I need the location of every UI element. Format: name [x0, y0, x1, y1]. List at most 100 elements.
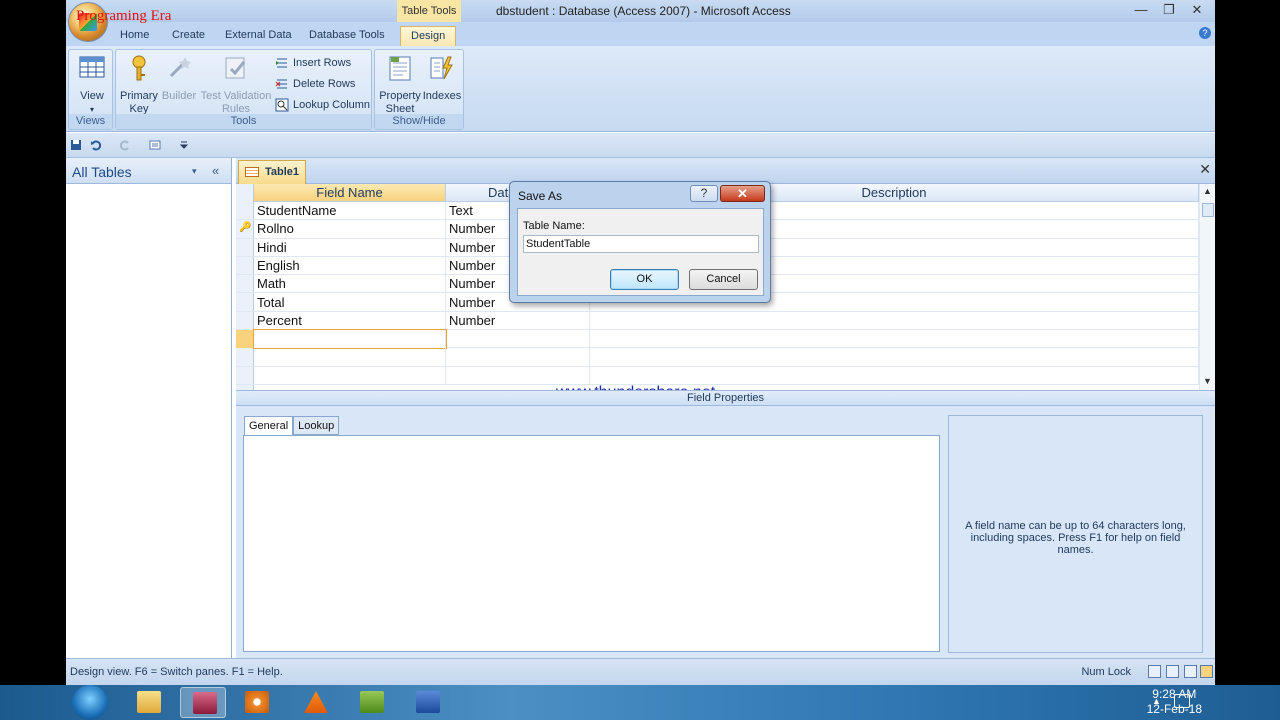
taskbar-recorder[interactable] — [348, 687, 394, 718]
tab-table1[interactable]: Table1 — [238, 160, 306, 184]
view-mode-icon[interactable] — [149, 139, 165, 151]
row-selector[interactable] — [236, 257, 254, 275]
tab-table1-label: Table1 — [265, 166, 300, 178]
close-document-icon[interactable]: ✕ — [1199, 161, 1211, 178]
redo-icon[interactable] — [119, 139, 131, 151]
collapse-pane-icon[interactable]: « — [212, 163, 219, 178]
maximize-button[interactable]: ❐ — [1155, 0, 1183, 20]
row-selector[interactable] — [236, 275, 254, 293]
builder-button[interactable]: Builder — [160, 54, 198, 103]
minimize-button[interactable]: — — [1127, 0, 1155, 20]
taskbar-word[interactable] — [404, 687, 450, 718]
field-name-cell[interactable]: Hindi — [254, 238, 446, 257]
field-name-cell[interactable] — [254, 366, 446, 385]
description-cell[interactable] — [590, 311, 1199, 330]
row-selector[interactable]: 🔑 — [236, 220, 254, 238]
design-view-icon[interactable] — [1200, 665, 1213, 678]
ok-button[interactable]: OK — [610, 269, 679, 290]
insert-rows-icon — [276, 58, 287, 68]
property-sheet-button[interactable]: Property Sheet — [378, 54, 422, 116]
ribbon-tabs: Home Create External Data Database Tools… — [66, 22, 1215, 46]
primary-key-button[interactable]: Primary Key — [120, 54, 158, 116]
indexes-button[interactable]: Indexes — [422, 54, 462, 103]
customize-toolbar-icon[interactable] — [178, 139, 190, 151]
tab-general[interactable]: General — [244, 416, 294, 436]
field-name-cell[interactable]: Math — [254, 275, 446, 294]
field-name-cell[interactable] — [253, 329, 447, 350]
test-validation-rules-button[interactable]: Test Validation Rules — [200, 54, 272, 116]
row-selector[interactable] — [236, 239, 254, 257]
column-header-field-name[interactable]: Field Name — [254, 184, 446, 202]
table-name-input[interactable] — [523, 235, 759, 253]
tab-design[interactable]: Design — [400, 26, 457, 46]
quick-access-toolbar — [66, 133, 1215, 158]
row-selector[interactable] — [236, 312, 254, 330]
indexes-label: Indexes — [422, 90, 462, 102]
field-name-cell[interactable]: Total — [254, 293, 446, 312]
field-name-cell[interactable]: Percent — [254, 311, 446, 330]
row-selector[interactable] — [236, 294, 254, 312]
grid-vertical-scrollbar[interactable]: ▲ ▼ — [1199, 184, 1215, 390]
lookup-column-button[interactable]: Lookup Column — [275, 96, 370, 114]
scroll-up-icon[interactable]: ▲ — [1203, 186, 1212, 196]
tab-create[interactable]: Create — [172, 26, 205, 46]
dialog-close-button[interactable]: ✕ — [720, 185, 765, 202]
taskbar-media-player[interactable] — [233, 687, 279, 718]
table-icon — [245, 167, 259, 177]
field-name-cell[interactable]: Rollno — [254, 220, 446, 239]
cancel-button[interactable]: Cancel — [689, 269, 758, 290]
tab-database-tools[interactable]: Database Tools — [309, 26, 385, 46]
data-type-cell[interactable]: Number — [446, 311, 590, 330]
undo-icon[interactable] — [90, 139, 102, 151]
insert-rows-button[interactable]: Insert Rows — [275, 54, 351, 72]
data-type-cell[interactable] — [446, 348, 590, 367]
delete-rows-button[interactable]: Delete Rows — [275, 75, 355, 93]
close-button[interactable]: ✕ — [1183, 0, 1211, 20]
chevron-down-icon[interactable]: ▾ — [192, 166, 197, 177]
dialog-help-button[interactable]: ? — [690, 185, 718, 202]
lookup-column-icon — [275, 98, 289, 112]
start-button[interactable] — [72, 685, 108, 720]
pivot-chart-view-icon[interactable] — [1184, 665, 1197, 678]
data-type-cell[interactable] — [446, 366, 590, 385]
views-group-label: Views — [69, 114, 112, 129]
taskbar-vlc[interactable] — [292, 687, 338, 718]
tab-lookup[interactable]: Lookup — [293, 416, 340, 435]
row-selector[interactable] — [236, 367, 254, 385]
clock[interactable]: 9:28 AM 12-Feb-18 — [1147, 687, 1202, 717]
folder-icon — [137, 691, 161, 713]
tools-group-label: Tools — [116, 114, 371, 129]
field-name-cell[interactable]: English — [254, 256, 446, 275]
table-row[interactable]: Percent Number — [236, 311, 1199, 331]
description-cell[interactable] — [590, 366, 1199, 385]
navigation-pane-header[interactable]: All Tables ▾ « — [66, 158, 231, 184]
clock-date: 12-Feb-18 — [1146, 702, 1202, 716]
taskbar-explorer[interactable] — [125, 687, 171, 718]
help-icon[interactable]: ? — [1199, 27, 1211, 39]
view-button[interactable]: View ▾ — [74, 54, 110, 116]
table-row[interactable] — [236, 329, 1199, 350]
table-row[interactable] — [236, 348, 1199, 367]
tab-home[interactable]: Home — [120, 26, 149, 46]
row-selector[interactable] — [236, 330, 254, 349]
table-row[interactable] — [236, 366, 1199, 385]
datasheet-view-icon[interactable] — [1148, 665, 1161, 678]
windows-taskbar: ▲ 9:28 AM 12-Feb-18 — [0, 685, 1280, 720]
taskbar-access[interactable] — [180, 687, 226, 718]
system-tray: ▲ 9:28 AM 12-Feb-18 — [1070, 685, 1280, 720]
description-cell[interactable] — [590, 348, 1199, 367]
tab-external-data[interactable]: External Data — [225, 26, 292, 46]
scroll-down-icon[interactable]: ▼ — [1203, 376, 1212, 386]
data-type-cell[interactable] — [446, 330, 590, 349]
field-name-cell[interactable] — [254, 348, 446, 367]
field-name-cell[interactable]: StudentName — [254, 202, 446, 220]
save-icon[interactable] — [70, 139, 82, 151]
scrollbar-thumb[interactable] — [1202, 203, 1214, 217]
pivot-table-view-icon[interactable] — [1166, 665, 1179, 678]
access-key-icon — [193, 692, 217, 714]
row-selector[interactable] — [236, 348, 254, 366]
recorder-icon — [360, 691, 384, 713]
row-selector[interactable] — [236, 202, 254, 220]
field-properties-panel — [243, 435, 940, 652]
description-cell[interactable] — [590, 330, 1199, 349]
